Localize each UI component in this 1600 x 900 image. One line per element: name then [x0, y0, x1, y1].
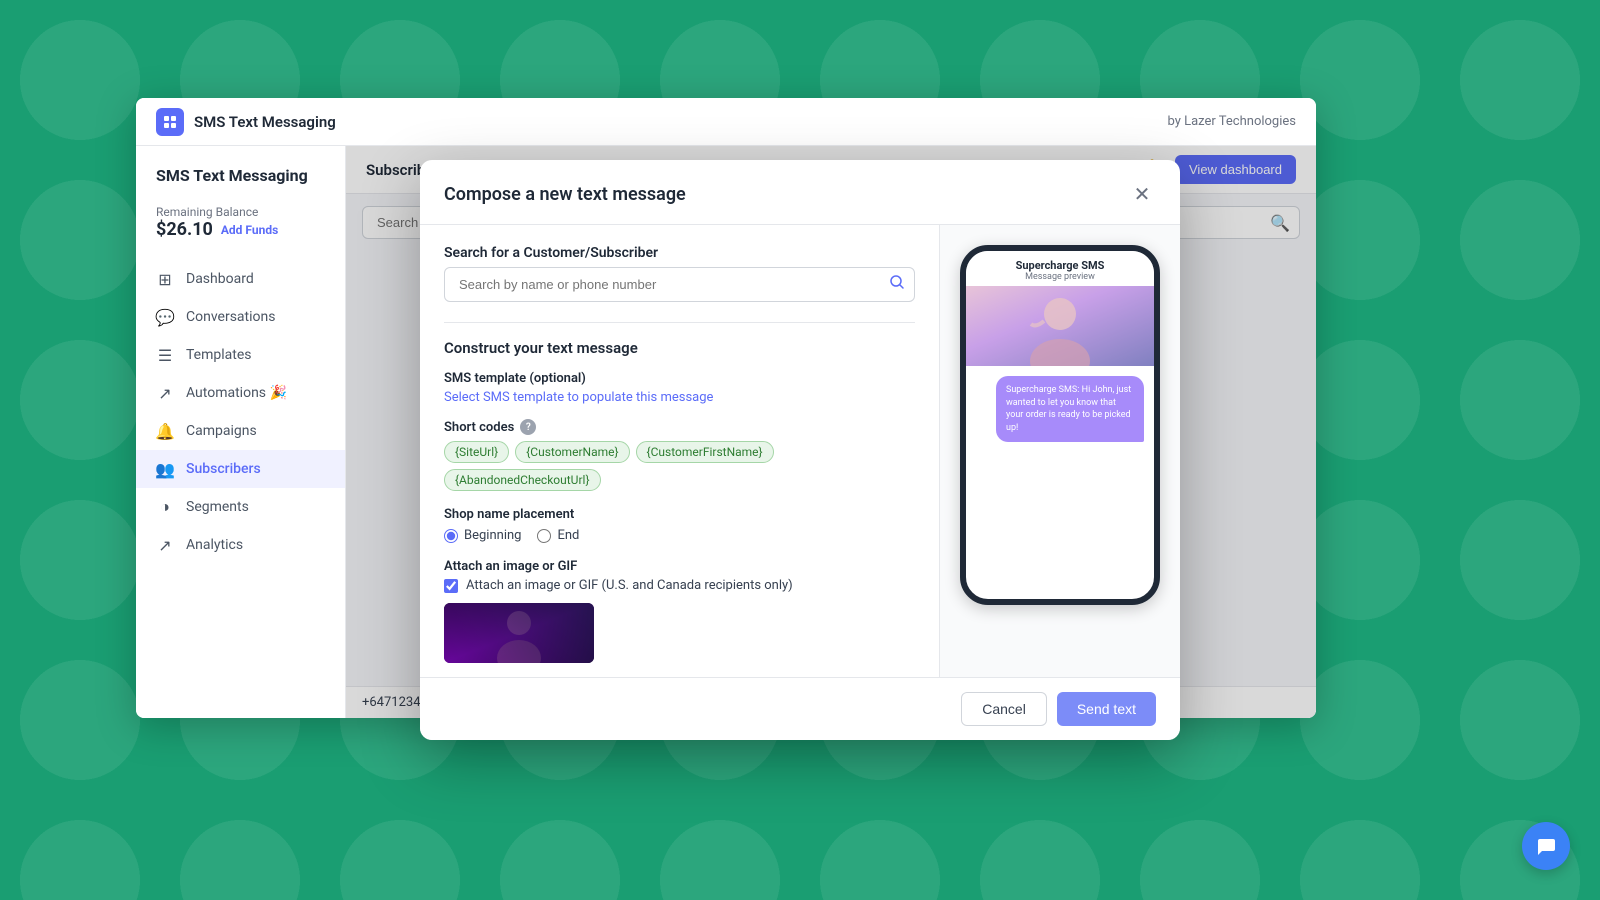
top-bar-app-title: SMS Text Messaging — [194, 113, 336, 131]
short-code-siteurl[interactable]: {SiteUrl} — [444, 441, 509, 463]
sms-template-section: SMS template (optional) Select SMS templ… — [444, 371, 915, 405]
short-codes-label-text: Short codes — [444, 420, 514, 435]
top-bar-branding: by Lazer Technologies — [1167, 114, 1296, 129]
image-checkbox-row: Attach an image or GIF (U.S. and Canada … — [444, 578, 915, 593]
image-checkbox[interactable] — [444, 579, 458, 593]
image-checkbox-label: Attach an image or GIF (U.S. and Canada … — [466, 578, 793, 593]
phone-preview-frame: Supercharge SMS Message preview — [960, 245, 1160, 605]
search-svg-icon — [889, 274, 905, 290]
automations-icon: ↗ — [156, 384, 174, 402]
top-bar: SMS Text Messaging by Lazer Technologies — [136, 98, 1316, 146]
sidebar-label-segments: Segments — [186, 499, 249, 515]
short-codes-help-icon[interactable]: ? — [520, 419, 536, 435]
sidebar: SMS Text Messaging Remaining Balance $26… — [136, 146, 346, 718]
customer-search-input[interactable] — [444, 267, 915, 302]
short-code-customerfirstname[interactable]: {CustomerFirstName} — [636, 441, 774, 463]
modal-left-panel: Search for a Customer/Subscriber Constru… — [420, 225, 940, 677]
placement-beginning-label: Beginning — [464, 528, 521, 543]
balance-section: Remaining Balance $26.10 Add Funds — [136, 205, 345, 260]
sidebar-label-templates: Templates — [186, 347, 252, 363]
placement-section: Shop name placement Beginning End — [444, 507, 915, 543]
compose-modal: Compose a new text message ✕ Search for … — [420, 160, 1180, 740]
sidebar-item-conversations[interactable]: 💬 Conversations — [136, 298, 345, 336]
modal-body: Search for a Customer/Subscriber Constru… — [420, 225, 1180, 677]
sidebar-item-analytics[interactable]: ↗ Analytics — [136, 526, 345, 564]
customer-search-section: Search for a Customer/Subscriber — [444, 245, 915, 302]
phone-top-bar: Supercharge SMS Message preview — [966, 251, 1154, 286]
add-funds-link[interactable]: Add Funds — [221, 223, 278, 237]
templates-icon: ☰ — [156, 346, 174, 364]
conversations-icon: 💬 — [156, 308, 174, 326]
balance-value: $26.10 — [156, 219, 213, 240]
sidebar-label-conversations: Conversations — [186, 309, 275, 325]
balance-amount: $26.10 Add Funds — [156, 219, 325, 240]
placement-beginning-radio[interactable] — [444, 529, 458, 543]
customer-search-icon-button[interactable] — [889, 274, 905, 295]
image-thumbnail[interactable] — [444, 603, 594, 663]
phone-app-name: Supercharge SMS — [978, 259, 1142, 272]
image-section-label: Attach an image or GIF — [444, 559, 915, 574]
subscribers-icon: 👥 — [156, 460, 174, 478]
chat-bubble-icon — [1535, 835, 1557, 857]
phone-preview-image — [966, 286, 1154, 366]
chat-support-bubble[interactable] — [1522, 822, 1570, 870]
modal-header: Compose a new text message ✕ — [420, 160, 1180, 225]
placement-end-radio[interactable] — [537, 529, 551, 543]
divider-1 — [444, 322, 915, 323]
image-section: Attach an image or GIF Attach an image o… — [444, 559, 915, 663]
modal-right-panel: Supercharge SMS Message preview — [940, 225, 1180, 677]
template-field-label: SMS template (optional) — [444, 371, 915, 386]
dashboard-icon: ⊞ — [156, 270, 174, 288]
balance-label: Remaining Balance — [156, 205, 325, 219]
sidebar-label-subscribers: Subscribers — [186, 461, 261, 477]
send-text-button[interactable]: Send text — [1057, 692, 1156, 726]
top-bar-left: SMS Text Messaging — [156, 108, 336, 136]
sidebar-item-automations[interactable]: ↗ Automations 🎉 — [136, 374, 345, 412]
short-code-abandonedcheckouturl[interactable]: {AbandonedCheckoutUrl} — [444, 469, 601, 491]
thumbnail-svg — [444, 603, 594, 663]
sidebar-item-subscribers[interactable]: 👥 Subscribers — [136, 450, 345, 488]
sidebar-label-analytics: Analytics — [186, 537, 243, 553]
short-codes-row: {SiteUrl} {CustomerName} {CustomerFirstN… — [444, 441, 915, 491]
sidebar-label-dashboard: Dashboard — [186, 271, 254, 287]
radio-group: Beginning End — [444, 528, 915, 543]
cancel-button[interactable]: Cancel — [961, 692, 1047, 726]
app-icon — [156, 108, 184, 136]
template-select-link[interactable]: Select SMS template to populate this mes… — [444, 390, 915, 405]
sidebar-label-automations: Automations 🎉 — [186, 385, 287, 401]
placement-label: Shop name placement — [444, 507, 915, 522]
sidebar-item-segments[interactable]: ◑ Segments — [136, 488, 345, 526]
short-code-customername[interactable]: {CustomerName} — [515, 441, 629, 463]
placement-end-option[interactable]: End — [537, 528, 579, 543]
sidebar-item-campaigns[interactable]: 🔔 Campaigns — [136, 412, 345, 450]
phone-message-bubble: Supercharge SMS: Hi John, just wanted to… — [996, 376, 1144, 442]
placement-beginning-option[interactable]: Beginning — [444, 528, 521, 543]
construct-title: Construct your text message — [444, 339, 915, 357]
sidebar-label-campaigns: Campaigns — [186, 423, 257, 439]
sidebar-item-dashboard[interactable]: ⊞ Dashboard — [136, 260, 345, 298]
customer-search-title: Search for a Customer/Subscriber — [444, 245, 915, 261]
placement-end-label: End — [557, 528, 579, 543]
sidebar-item-templates[interactable]: ☰ Templates — [136, 336, 345, 374]
analytics-icon: ↗ — [156, 536, 174, 554]
short-codes-label: Short codes ? — [444, 419, 915, 435]
modal-close-button[interactable]: ✕ — [1128, 180, 1156, 208]
modal-title: Compose a new text message — [444, 184, 686, 205]
modal-footer: Cancel Send text — [420, 677, 1180, 740]
phone-preview-label: Message preview — [978, 272, 1142, 282]
short-codes-section: Short codes ? {SiteUrl} {CustomerName} {… — [444, 419, 915, 491]
phone-image-svg — [966, 286, 1154, 366]
sidebar-title: SMS Text Messaging — [136, 166, 345, 205]
segments-icon: ◑ — [156, 498, 174, 516]
customer-search-wrapper — [444, 267, 915, 302]
campaigns-icon: 🔔 — [156, 422, 174, 440]
